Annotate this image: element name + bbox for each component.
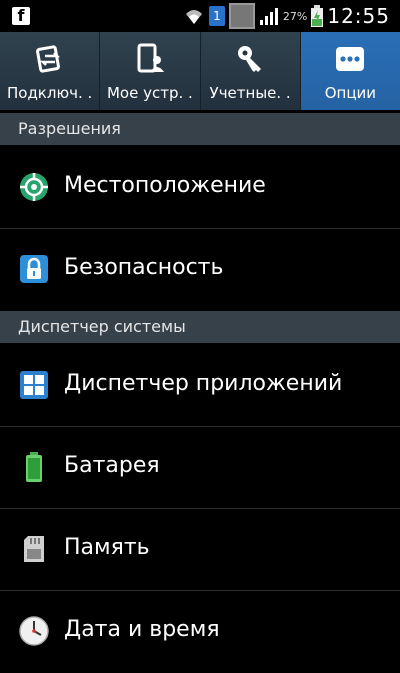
apps-grid-icon xyxy=(20,371,48,399)
tab-label: Учетные. . xyxy=(209,84,291,102)
tab-connections[interactable]: Подключ. . xyxy=(0,32,101,110)
list-item-label: Местоположение xyxy=(64,173,266,198)
tab-my-device[interactable]: Мое устр. . xyxy=(100,32,201,110)
battery-percent: 27% xyxy=(282,9,308,23)
list-item-storage[interactable]: Память xyxy=(0,509,400,591)
section-header-system-manager: Диспетчер системы xyxy=(0,311,400,343)
battery-charging-icon xyxy=(311,5,324,27)
list-item-date-time[interactable]: Дата и время xyxy=(0,591,400,673)
battery-icon xyxy=(26,452,42,482)
settings-tabs: Подключ. . Мое устр. . Учетные. . Опции xyxy=(0,32,400,110)
list-item-label: Диспетчер приложений xyxy=(64,371,343,396)
list-item-label: Безопасность xyxy=(64,255,224,280)
section-header-permissions: Разрешения xyxy=(0,113,400,145)
tab-label: Подключ. . xyxy=(6,84,93,102)
list-item-label: Память xyxy=(64,535,150,560)
status-left: f xyxy=(12,6,30,25)
my-device-icon xyxy=(137,43,164,73)
list-item-location[interactable]: Местоположение xyxy=(0,147,400,229)
list-item-battery[interactable]: Батарея xyxy=(0,427,400,509)
signal-icon xyxy=(259,8,278,25)
wifi-icon xyxy=(185,10,202,24)
list-item-security[interactable]: Безопасность xyxy=(0,229,400,311)
tab-label: Мое устр. . xyxy=(106,84,193,102)
sd-card-icon xyxy=(24,536,44,562)
list-item-app-manager[interactable]: Диспетчер приложений xyxy=(0,345,400,427)
more-options-icon xyxy=(336,47,365,71)
tab-options[interactable]: Опции xyxy=(300,32,400,110)
status-bar: f 1 27% 12:55 xyxy=(0,0,400,32)
tab-label: Опции xyxy=(324,84,377,102)
clock-time: 12:55 xyxy=(327,4,390,28)
accounts-key-icon xyxy=(238,46,262,72)
location-icon xyxy=(20,173,48,201)
connections-icon xyxy=(35,45,60,73)
lock-icon xyxy=(20,255,48,283)
status-right: 1 27% 12:55 xyxy=(183,2,390,30)
facebook-icon: f xyxy=(12,7,30,25)
screenshot-icon xyxy=(228,3,255,29)
clock-icon xyxy=(19,616,49,646)
tab-accounts[interactable]: Учетные. . xyxy=(201,32,301,110)
notification-badge: 1 xyxy=(208,6,225,26)
list-item-label: Дата и время xyxy=(64,617,220,642)
list-item-label: Батарея xyxy=(64,453,160,478)
